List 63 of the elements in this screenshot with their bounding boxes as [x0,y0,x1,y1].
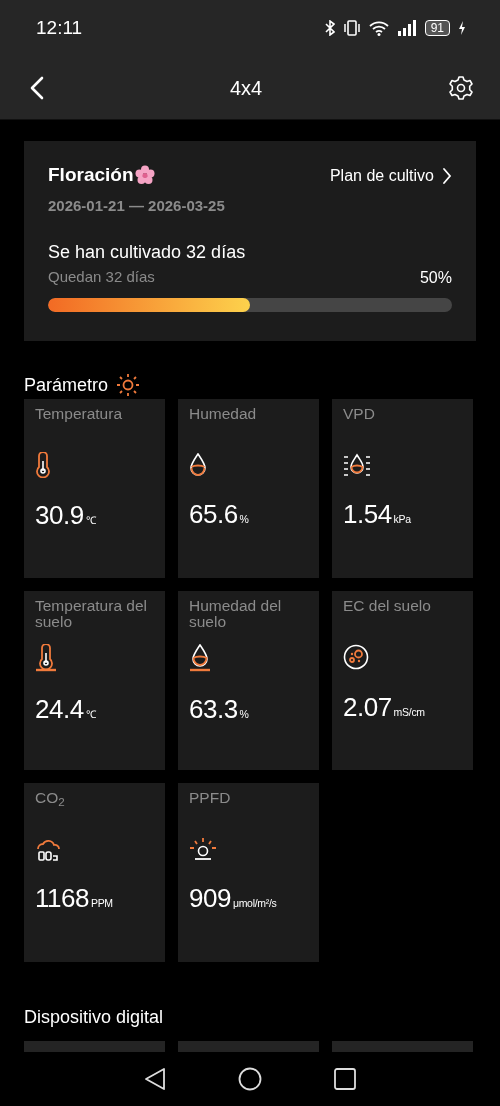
parameter-value: 65.6 [189,497,238,531]
unit-label: PPM [90,895,113,911]
parameter-tile[interactable]: PPFD 909μmol/m²/s [178,783,319,962]
home-nav-icon[interactable] [238,1067,262,1091]
unit-label: % [239,511,249,527]
bluetooth-icon [324,20,335,36]
signal-icon [396,20,417,36]
parameter-value: 1.54 [343,497,392,531]
sun-icon [116,373,141,397]
back-nav-icon[interactable] [144,1067,166,1091]
parameter-label: VPD [343,406,376,424]
unit-label: kPa [393,511,411,527]
parameter-value: 1168 [35,881,89,915]
parameter-tile[interactable]: Humedad del suelo 63.3% [178,591,319,770]
soil-drop-icon [189,644,211,672]
thermometer-icon [35,452,51,478]
page-title: 4x4 [229,75,263,101]
unit-label: mS/cm [393,705,425,720]
stage-title: Floración [48,163,134,187]
status-time: 12:11 [36,15,83,40]
parameter-tile[interactable]: CO$_{2}$ 1168 PPM [24,783,165,962]
wifi-icon [368,20,389,36]
parameter-label: CO$_{2}$ [35,790,66,810]
parameter-label: Humedad [189,406,258,424]
recents-nav-icon[interactable] [334,1068,356,1090]
settings-icon[interactable] [448,74,474,101]
parameter-tile[interactable]: VPD 1.54kPa [332,399,473,578]
unit-label: ℃ [85,707,96,722]
particles-icon [343,644,369,670]
parameter-label: Temperatura [35,406,123,424]
battery-level: 91 [424,20,450,36]
parameter-tile[interactable]: Humedad 65.6% [178,399,319,578]
progress-percent: 50% [419,268,452,288]
water-drop-icon [189,452,207,477]
remaining-days: Quedan 32 días [48,266,155,290]
unit-label: % [239,707,249,722]
back-icon[interactable] [30,75,44,100]
parameter-label: EC del suelo [343,598,432,616]
parameter-label: Humedad del suelo [189,598,283,632]
unit-label: ℃ [85,513,96,528]
flower-icon [134,165,155,186]
parameter-label: Temperatura del suelo [35,598,148,632]
parameter-value: 63.3 [189,693,238,726]
charging-icon [458,21,466,35]
parameter-value: 2.07 [343,691,392,724]
parameter-tile[interactable]: Temperatura 30.9℃ [24,399,165,578]
parameter-value: 909 [189,881,231,915]
parameter-tile[interactable]: EC del suelo 2.07 mS/cm [332,591,473,770]
light-sensor-icon [189,836,217,861]
section-title: Parámetro [24,373,109,397]
cultivated-days: Se han cultivado 32 días [48,239,452,266]
parameter-tile[interactable]: Temperatura del suelo 24.4℃ [24,591,165,770]
date-range: 2026-01-21 — 2026-03-25 [48,195,225,216]
vapor-drop-icon [343,452,371,477]
parameter-label: PPFD [189,790,232,808]
chevron-right-icon [442,167,452,185]
plan-link[interactable]: Plan de cultivo [329,164,452,188]
vibrate-icon [342,20,361,36]
soil-thermometer-icon [35,644,57,672]
parameter-value: 30.9 [35,499,84,532]
section-title: Dispositivo digital [24,1006,165,1029]
parameter-value: 24.4 [35,693,84,726]
unit-label: μmol/m²/s [232,895,277,911]
